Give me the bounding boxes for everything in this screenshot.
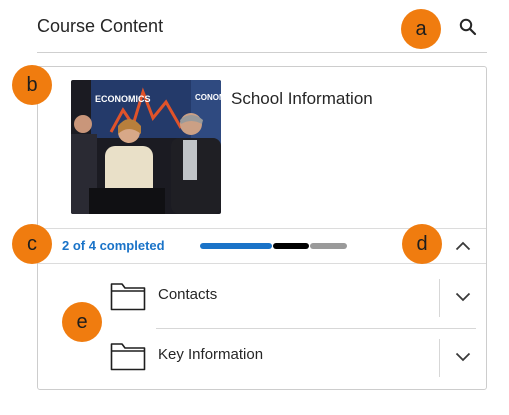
course-title-link[interactable]: School Information [231, 89, 373, 109]
divider [439, 279, 440, 317]
divider [439, 339, 440, 377]
image-banner-text-2: CONOMI [195, 93, 221, 102]
progress-segment-current [273, 243, 309, 249]
folder-label-contacts[interactable]: Contacts [158, 286, 217, 303]
expand-button-key-information[interactable] [450, 344, 476, 370]
image-banner-text: ECONOMICS [95, 94, 151, 104]
folder-icon [110, 343, 146, 371]
page-title: Course Content [37, 16, 164, 36]
annotation-marker-e: e [62, 302, 102, 342]
annotation-marker-b: b [12, 65, 52, 105]
list-item-contacts: Contacts [38, 267, 486, 327]
expand-button-contacts[interactable] [450, 284, 476, 310]
chevron-up-icon [455, 241, 471, 251]
chevron-down-icon [455, 292, 471, 302]
progress-segment-remaining [310, 243, 347, 249]
header-divider [37, 52, 487, 53]
annotation-marker-d: d [402, 224, 442, 264]
search-icon [459, 18, 477, 36]
progress-segment-completed [200, 243, 272, 249]
progress-bar [200, 243, 347, 249]
course-image: ECONOMICS CONOMI [71, 80, 221, 214]
search-button[interactable] [456, 14, 480, 40]
course-thumbnail[interactable]: ECONOMICS CONOMI [71, 80, 221, 214]
chevron-down-icon [455, 352, 471, 362]
annotation-marker-c: c [12, 224, 52, 264]
folder-icon [110, 283, 146, 311]
collapse-button[interactable] [451, 234, 475, 258]
annotation-marker-a: a [401, 9, 441, 49]
list-item-key-information: Key Information [38, 327, 486, 387]
progress-text: 2 of 4 completed [62, 238, 165, 253]
folder-label-key-information[interactable]: Key Information [158, 346, 263, 363]
